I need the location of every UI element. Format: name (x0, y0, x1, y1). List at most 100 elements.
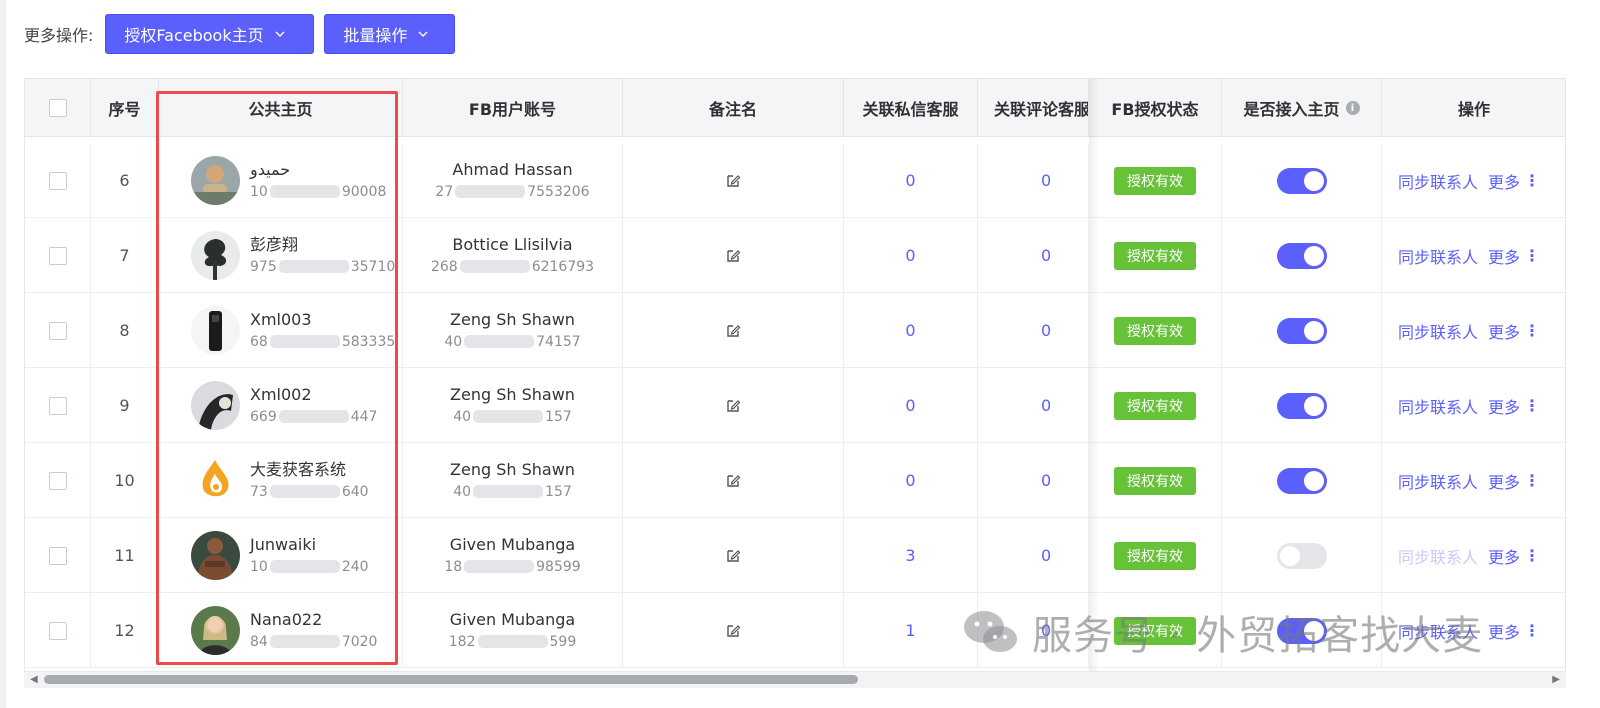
row-checkbox[interactable] (48, 171, 67, 190)
info-icon[interactable]: i (1345, 101, 1360, 115)
public-page-cell: Nana022 84 7020 (159, 593, 403, 668)
sync-contacts-link[interactable]: 同步联系人 (1398, 469, 1478, 493)
scrollbar-thumb[interactable] (44, 675, 858, 684)
dm-service-count-link[interactable]: 0 (905, 396, 915, 415)
more-actions-link[interactable]: 更多 (1488, 469, 1520, 493)
edit-icon[interactable] (725, 173, 741, 189)
dm-service-count-link[interactable]: 0 (905, 321, 915, 340)
row-seq: 11 (91, 518, 159, 593)
row-checkbox[interactable] (48, 546, 67, 565)
table-row: 9 Xml002 669 447 Zeng Sh Shawn 40 157 0 … (25, 368, 1565, 443)
comment-service-count-link[interactable]: 0 (1041, 321, 1051, 340)
comment-service-cell: 0 (978, 368, 1089, 443)
sync-contacts-link[interactable]: 同步联系人 (1398, 244, 1478, 268)
redacted-blur (464, 560, 535, 573)
row-checkbox[interactable] (48, 471, 67, 490)
batch-operations-button[interactable]: 批量操作 (324, 14, 456, 54)
row-checkbox[interactable] (48, 321, 67, 340)
more-vertical-icon[interactable]: ⋮ (1524, 471, 1540, 490)
status-badge: 授权有效 (1114, 616, 1196, 645)
more-vertical-icon[interactable]: ⋮ (1524, 621, 1540, 640)
connect-page-toggle[interactable] (1276, 242, 1327, 269)
page-id-suffix: 240 (341, 558, 369, 575)
page-id-prefix: 73 (250, 483, 268, 500)
dm-service-count-link[interactable]: 0 (905, 471, 915, 490)
page-id-suffix: 640 (341, 483, 369, 500)
comment-service-count-link[interactable]: 0 (1041, 396, 1051, 415)
connect-page-toggle[interactable] (1276, 617, 1327, 644)
more-actions-link[interactable]: 更多 (1488, 394, 1520, 418)
more-actions-link[interactable]: 更多 (1488, 619, 1520, 643)
more-vertical-icon[interactable]: ⋮ (1524, 396, 1540, 415)
dm-service-count-link[interactable]: 0 (905, 246, 915, 265)
sync-contacts-link[interactable]: 同步联系人 (1398, 544, 1478, 568)
connect-page-toggle[interactable] (1276, 392, 1327, 419)
comment-service-count-link[interactable]: 0 (1041, 471, 1051, 490)
comment-service-count-link[interactable]: 0 (1041, 621, 1051, 640)
authorize-button-label: 授权Facebook主页 (124, 26, 264, 45)
scroll-left-arrow-icon[interactable]: ◀ (30, 674, 38, 685)
fb-account-info: Zeng Sh Shawn 40 157 (450, 383, 575, 429)
status-badge: 授权有效 (1114, 466, 1196, 495)
sync-contacts-link[interactable]: 同步联系人 (1398, 319, 1478, 343)
fb-account-id: 268 6216793 (431, 256, 594, 279)
header-remark: 备注名 (623, 79, 844, 137)
select-all-checkbox[interactable] (48, 99, 67, 117)
sync-contacts-link[interactable]: 同步联系人 (1398, 169, 1478, 193)
remark-cell (623, 218, 844, 293)
page-avatar (191, 606, 240, 655)
page-id-prefix: 975 (250, 258, 277, 275)
actions-cell: 同步联系人 更多 ⋮ (1382, 293, 1565, 368)
connect-page-toggle[interactable] (1276, 317, 1327, 344)
page-info: 大麦获客系统 73 640 (250, 459, 369, 503)
dm-service-count-link[interactable]: 3 (905, 546, 915, 565)
row-select-cell (25, 218, 91, 293)
more-actions-link[interactable]: 更多 (1488, 319, 1520, 343)
account-id-suffix: 599 (549, 633, 577, 650)
edit-icon[interactable] (725, 548, 741, 564)
more-actions-link[interactable]: 更多 (1488, 169, 1520, 193)
row-checkbox[interactable] (48, 621, 67, 640)
comment-service-count-link[interactable]: 0 (1041, 546, 1051, 565)
auth-status-cell: 授权有效 (1089, 218, 1222, 293)
more-vertical-icon[interactable]: ⋮ (1524, 246, 1540, 265)
dm-service-cell: 0 (844, 443, 978, 518)
page-id: 10 240 (250, 556, 369, 578)
scroll-right-arrow-icon[interactable]: ▶ (1552, 674, 1560, 685)
dm-service-cell: 0 (844, 143, 978, 218)
dm-service-count-link[interactable]: 1 (905, 621, 915, 640)
page-name: Junwaiki (250, 534, 317, 554)
connect-page-toggle[interactable] (1276, 467, 1327, 494)
status-badge: 授权有效 (1114, 241, 1196, 270)
more-actions-link[interactable]: 更多 (1488, 544, 1520, 568)
page-avatar (191, 531, 240, 580)
edit-icon[interactable] (725, 248, 741, 264)
account-id-prefix: 18 (444, 558, 463, 575)
edit-icon[interactable] (725, 323, 741, 339)
connect-page-toggle[interactable] (1276, 167, 1327, 194)
more-actions-link[interactable]: 更多 (1488, 244, 1520, 268)
sync-contacts-link[interactable]: 同步联系人 (1398, 394, 1478, 418)
sync-contacts-link[interactable]: 同步联系人 (1398, 619, 1478, 643)
comment-service-count-link[interactable]: 0 (1041, 246, 1051, 265)
edit-icon[interactable] (725, 398, 741, 414)
table-row: 8 Xml003 68 583335 Zeng Sh Shawn 40 74157 (25, 293, 1565, 368)
more-vertical-icon[interactable]: ⋮ (1524, 321, 1540, 340)
more-vertical-icon[interactable]: ⋮ (1524, 546, 1540, 565)
horizontal-scrollbar[interactable]: ◀ ▶ (24, 671, 1566, 688)
authorize-facebook-page-button[interactable]: 授权Facebook主页 (105, 14, 315, 54)
row-checkbox[interactable] (48, 246, 67, 265)
edit-icon[interactable] (725, 623, 741, 639)
page-name: Xml003 (250, 309, 312, 329)
table-row: 7 彭彦翔 975 35710 Bottice Llisilvia 268 6216… (25, 218, 1565, 293)
edit-icon[interactable] (725, 473, 741, 489)
row-checkbox[interactable] (48, 396, 67, 415)
fb-account-info: Ahmad Hassan 27 7553206 (435, 158, 589, 204)
dm-service-count-link[interactable]: 0 (905, 171, 915, 190)
comment-service-count-link[interactable]: 0 (1041, 171, 1051, 190)
row-seq: 12 (91, 593, 159, 668)
row-seq: 8 (91, 293, 159, 368)
more-vertical-icon[interactable]: ⋮ (1524, 171, 1540, 190)
dm-service-cell: 0 (844, 218, 978, 293)
connect-page-toggle[interactable] (1276, 542, 1327, 569)
